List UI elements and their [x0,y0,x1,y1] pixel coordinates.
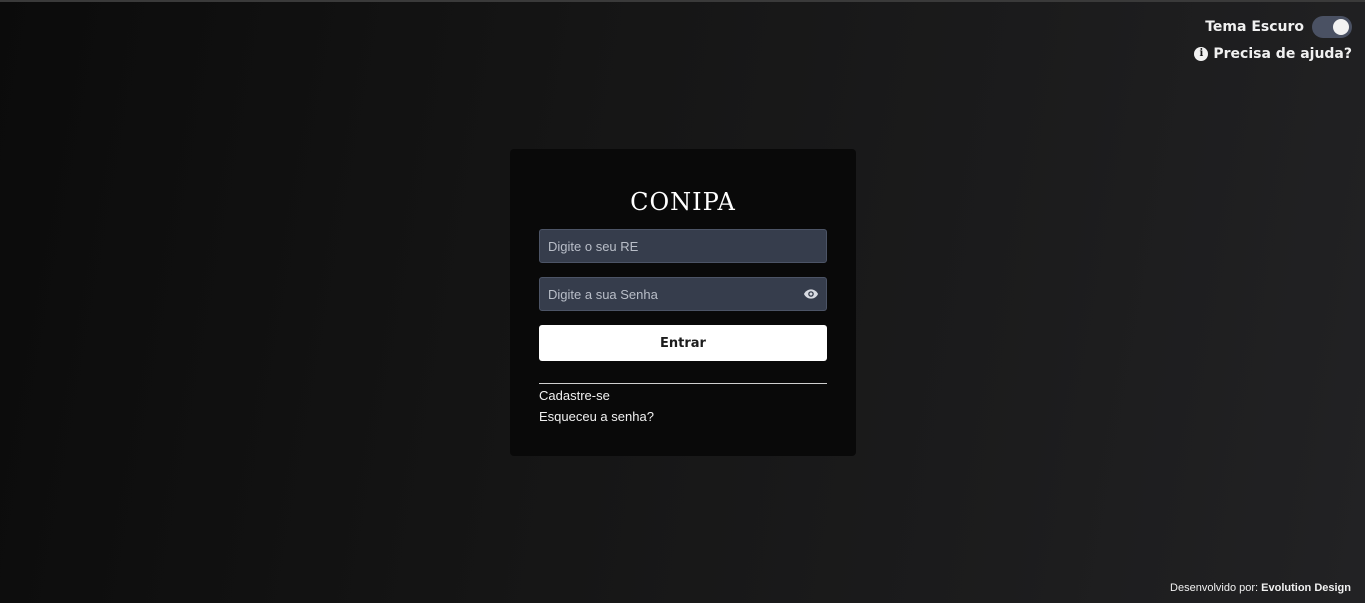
divider [539,383,827,384]
register-link[interactable]: Cadastre-se [539,385,827,406]
logo: CONIPA [630,188,736,216]
top-right-controls: Tema Escuro i Precisa de ajuda? [1194,16,1352,62]
re-input[interactable] [540,230,826,262]
login-card: CONIPA Entrar Cadastre-se Esqueceu a sen… [510,149,856,456]
forgot-password-link[interactable]: Esqueceu a senha? [539,406,827,427]
info-circle-icon: i [1194,47,1209,61]
password-field [539,277,827,311]
login-button[interactable]: Entrar [539,325,827,361]
theme-toggle-row: Tema Escuro [1205,16,1352,38]
help-link[interactable]: i Precisa de ajuda? [1194,46,1352,62]
re-field [539,229,827,263]
eye-icon[interactable] [802,286,820,302]
password-input[interactable] [540,278,826,310]
footer-prefix: Desenvolvido por: [1170,582,1259,594]
footer-brand-link[interactable]: Evolution Design [1261,582,1351,594]
help-label: Precisa de ajuda? [1213,46,1352,62]
dark-theme-toggle[interactable] [1312,16,1352,38]
toggle-knob [1333,19,1349,35]
theme-label: Tema Escuro [1205,19,1304,35]
footer-credit: Desenvolvido por: Evolution Design [1170,582,1351,594]
